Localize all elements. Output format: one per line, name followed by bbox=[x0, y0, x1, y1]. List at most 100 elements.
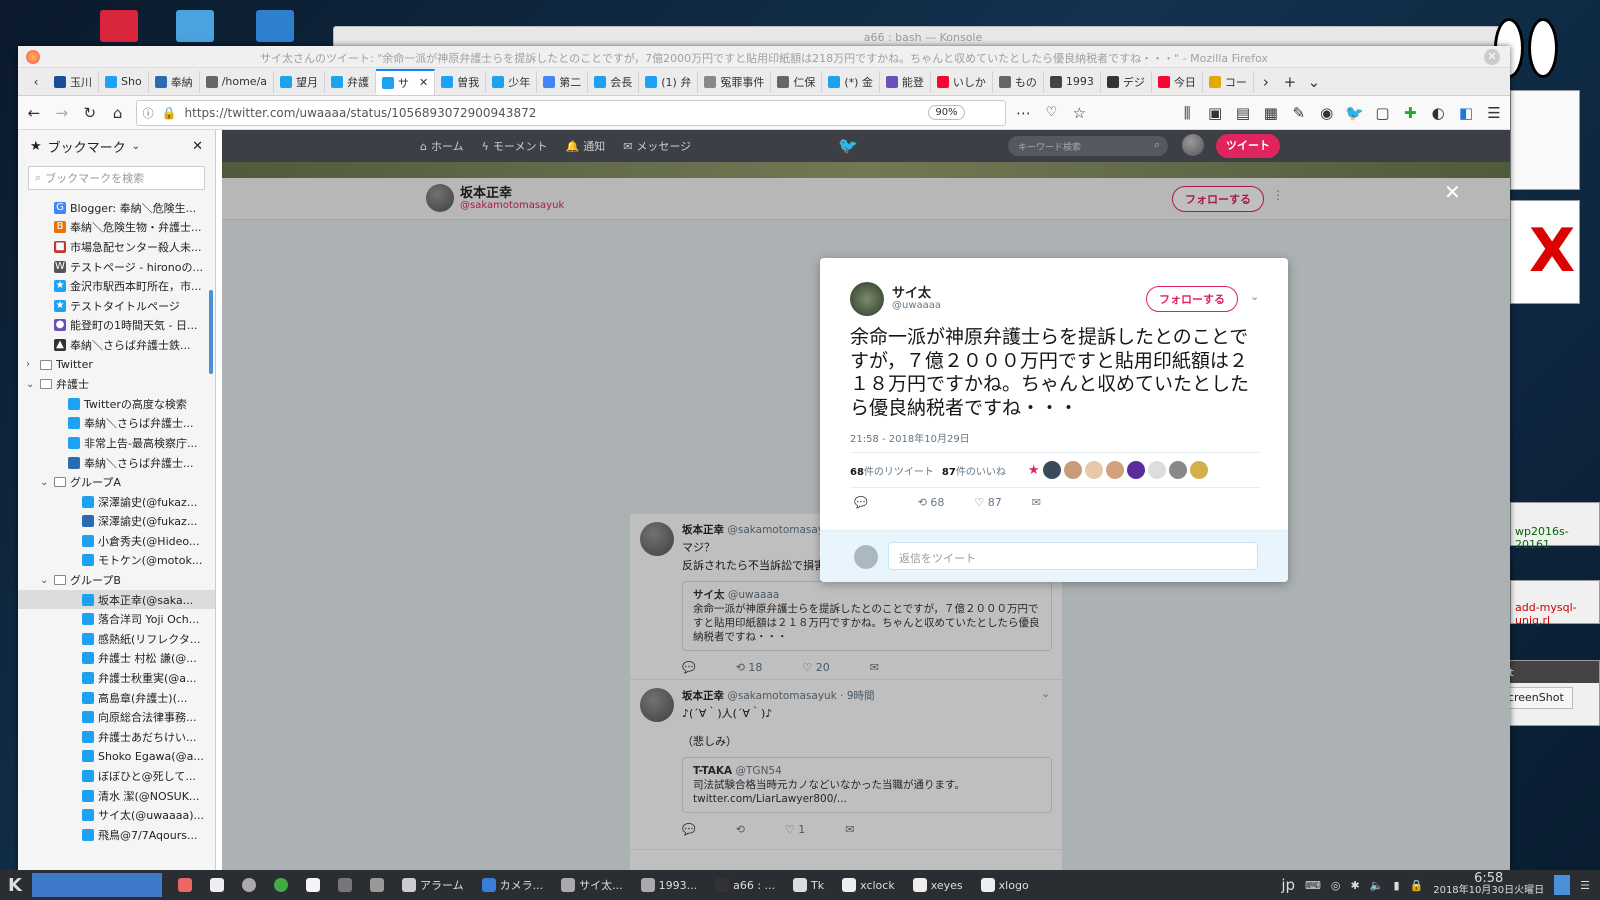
nav-home[interactable]: ⌂ ホーム bbox=[420, 138, 464, 154]
sidebar-scrollbar[interactable] bbox=[209, 290, 213, 374]
close-window-icon[interactable]: ✕ bbox=[1484, 49, 1500, 65]
nav-moments[interactable]: ϟ モーメント bbox=[482, 138, 548, 154]
tab-list-icon[interactable]: ⌄ bbox=[1302, 70, 1326, 94]
volume-icon[interactable]: 🔈 bbox=[1370, 879, 1384, 892]
tab[interactable]: Sho bbox=[99, 70, 149, 93]
bookmark-item[interactable]: 弁護士 村松 謙(@... bbox=[18, 649, 215, 669]
extension-icon[interactable]: ▤ bbox=[1233, 101, 1253, 125]
launcher-icon[interactable] bbox=[362, 873, 392, 897]
bookmark-item[interactable]: サイ太(@uwaaaa)... bbox=[18, 805, 215, 825]
desktop-app-icon[interactable] bbox=[100, 10, 138, 42]
bookmark-item[interactable]: 落合洋司 Yoji Och... bbox=[18, 609, 215, 629]
bookmark-item[interactable]: 高島章(弁護士)(... bbox=[18, 688, 215, 708]
show-desktop-icon[interactable] bbox=[1554, 875, 1571, 895]
tweet-author-handle[interactable]: @uwaaaa bbox=[892, 300, 941, 311]
close-sidebar-icon[interactable]: ✕ bbox=[192, 139, 203, 154]
tab[interactable]: 奉納 bbox=[149, 70, 200, 93]
task-item[interactable]: アラーム bbox=[394, 873, 472, 897]
keyboard-icon[interactable]: ⌨ bbox=[1305, 879, 1321, 892]
bookmark-item[interactable]: ▲ 奉納＼さらば弁護士鉄... bbox=[18, 335, 215, 355]
tab[interactable]: 仁保 bbox=[771, 70, 823, 93]
extension-icon[interactable]: ▢ bbox=[1372, 101, 1392, 125]
url-text[interactable]: https://twitter.com/uwaaaa/status/105689… bbox=[185, 106, 537, 120]
extension-icon[interactable]: ◧ bbox=[1456, 101, 1476, 125]
twitter-search-input[interactable]: キーワード検索 ⌕ bbox=[1008, 136, 1168, 156]
bookmark-item[interactable]: 向原総合法律事務... bbox=[18, 707, 215, 727]
bookmark-item[interactable]: 小倉秀夫(@Hideo... bbox=[18, 531, 215, 551]
tab[interactable]: 1993 bbox=[1044, 70, 1101, 93]
extension-icon[interactable]: ✚ bbox=[1400, 101, 1420, 125]
like-stat[interactable]: 87件のいいね bbox=[942, 463, 1006, 478]
clock[interactable]: 6:58 2018年10月30日火曜日 bbox=[1433, 872, 1544, 897]
pocket-icon[interactable]: ♡ bbox=[1041, 101, 1061, 125]
reload-icon[interactable]: ↻ bbox=[80, 101, 100, 125]
bookmark-item[interactable]: 弁護士秋重実(@a... bbox=[18, 668, 215, 688]
bookmark-item[interactable]: Shoko Egawa(@a... bbox=[18, 747, 215, 767]
launcher-icon[interactable] bbox=[234, 873, 264, 897]
tab-scroll-right-icon[interactable]: › bbox=[1254, 70, 1278, 94]
liker-avatar[interactable] bbox=[1084, 461, 1103, 479]
tab[interactable]: 玉川 bbox=[48, 70, 99, 93]
bookmark-item[interactable]: 清水 潔(@NOSUK... bbox=[18, 786, 215, 806]
nav-messages[interactable]: ✉ メッセージ bbox=[623, 138, 691, 154]
reply-icon[interactable]: 💬 bbox=[854, 496, 868, 509]
liker-avatar[interactable] bbox=[1189, 461, 1208, 479]
launcher-icon[interactable] bbox=[170, 873, 200, 897]
bookmark-item[interactable]: モトケン(@motok... bbox=[18, 551, 215, 571]
task-item[interactable]: xclock bbox=[834, 873, 903, 897]
bookmark-folder[interactable]: ⌄ グループA bbox=[18, 472, 215, 492]
back-icon[interactable]: ← bbox=[24, 101, 44, 125]
bookmark-item[interactable]: 非常上告-最高検察庁... bbox=[18, 433, 215, 453]
task-item[interactable]: サイ太... bbox=[553, 873, 631, 897]
zoom-level[interactable]: 90% bbox=[928, 104, 965, 120]
tweet-author-name[interactable]: サイ太 bbox=[892, 282, 931, 301]
bookmark-item[interactable]: ★ テストタイトルページ bbox=[18, 296, 215, 316]
bookmark-item[interactable]: ★ 金沢市駅西本町所在，市... bbox=[18, 276, 215, 296]
bluetooth-icon[interactable]: ✱ bbox=[1351, 879, 1360, 892]
task-item[interactable]: a66 : ... bbox=[707, 873, 783, 897]
tab[interactable]: 少年 bbox=[486, 70, 538, 93]
info-icon[interactable]: ⓘ bbox=[143, 105, 154, 121]
liker-avatar[interactable] bbox=[1042, 461, 1061, 479]
xlogo-window[interactable]: X bbox=[1510, 200, 1580, 304]
new-tab-icon[interactable]: + bbox=[1278, 70, 1302, 94]
bookmark-item[interactable]: ぼぼひと@死して... bbox=[18, 766, 215, 786]
bookmark-item[interactable]: 深澤諭史(@fukaz... bbox=[18, 512, 215, 532]
lock-icon[interactable]: 🔒 bbox=[1410, 879, 1424, 892]
chevron-down-icon[interactable]: ⌄ bbox=[1250, 290, 1259, 303]
like-action[interactable]: ♡ 87 bbox=[974, 496, 1001, 509]
chevron-right-icon[interactable]: › bbox=[26, 359, 36, 370]
task-item[interactable]: xeyes bbox=[905, 873, 971, 897]
tab[interactable]: 第二 bbox=[537, 70, 589, 93]
chevron-down-icon[interactable]: ⌄ bbox=[40, 575, 50, 586]
menu-icon[interactable]: ☰ bbox=[1484, 101, 1504, 125]
task-item[interactable]: カメラ... bbox=[474, 873, 552, 897]
bookmark-item[interactable]: ● 能登町の1時間天気 - 日... bbox=[18, 316, 215, 336]
bookmark-item[interactable]: 深澤諭史(@fukaz... bbox=[18, 492, 215, 512]
bookmark-item[interactable]: G Blogger: 奉納＼危険生... bbox=[18, 198, 215, 218]
tab[interactable]: もの bbox=[993, 70, 1044, 93]
firefox-window[interactable]: サイ太さんのツイート: "余命一派が神原弁護士らを提訴したとのことですが，7億2… bbox=[18, 46, 1510, 870]
tab-scroll-left-icon[interactable]: ‹ bbox=[24, 70, 48, 94]
dm-icon[interactable]: ✉ bbox=[1032, 496, 1041, 509]
tab[interactable]: (1) 弁 bbox=[639, 70, 699, 93]
tab[interactable]: (*) 金 bbox=[822, 70, 880, 93]
sidebar-title[interactable]: ブックマーク bbox=[48, 137, 126, 156]
forward-icon[interactable]: → bbox=[52, 101, 72, 125]
extension-icon[interactable]: ▦ bbox=[1261, 101, 1281, 125]
bookmark-item[interactable]: 奉納＼さらば弁護士... bbox=[18, 453, 215, 473]
extension-icon[interactable]: ✎ bbox=[1289, 101, 1309, 125]
chevron-down-icon[interactable]: ⌄ bbox=[132, 141, 140, 152]
network-icon[interactable]: ◎ bbox=[1331, 879, 1341, 892]
bookmark-item[interactable]: Twitterの高度な検索 bbox=[18, 394, 215, 414]
url-bar[interactable]: ⓘ 🔒 https://twitter.com/uwaaaa/status/10… bbox=[135, 99, 1006, 126]
home-folder-icon[interactable] bbox=[176, 10, 214, 42]
home-icon[interactable]: ⌂ bbox=[108, 101, 128, 125]
launcher-icon[interactable] bbox=[266, 873, 296, 897]
follow-button[interactable]: フォローする bbox=[1146, 286, 1238, 312]
liker-avatar[interactable] bbox=[1063, 461, 1082, 479]
liker-avatar[interactable] bbox=[1105, 461, 1124, 479]
bookmark-star-icon[interactable]: ☆ bbox=[1069, 101, 1089, 125]
tweet-timestamp[interactable]: 21:58 - 2018年10月29日 bbox=[850, 430, 970, 445]
launcher-icon[interactable] bbox=[202, 873, 232, 897]
